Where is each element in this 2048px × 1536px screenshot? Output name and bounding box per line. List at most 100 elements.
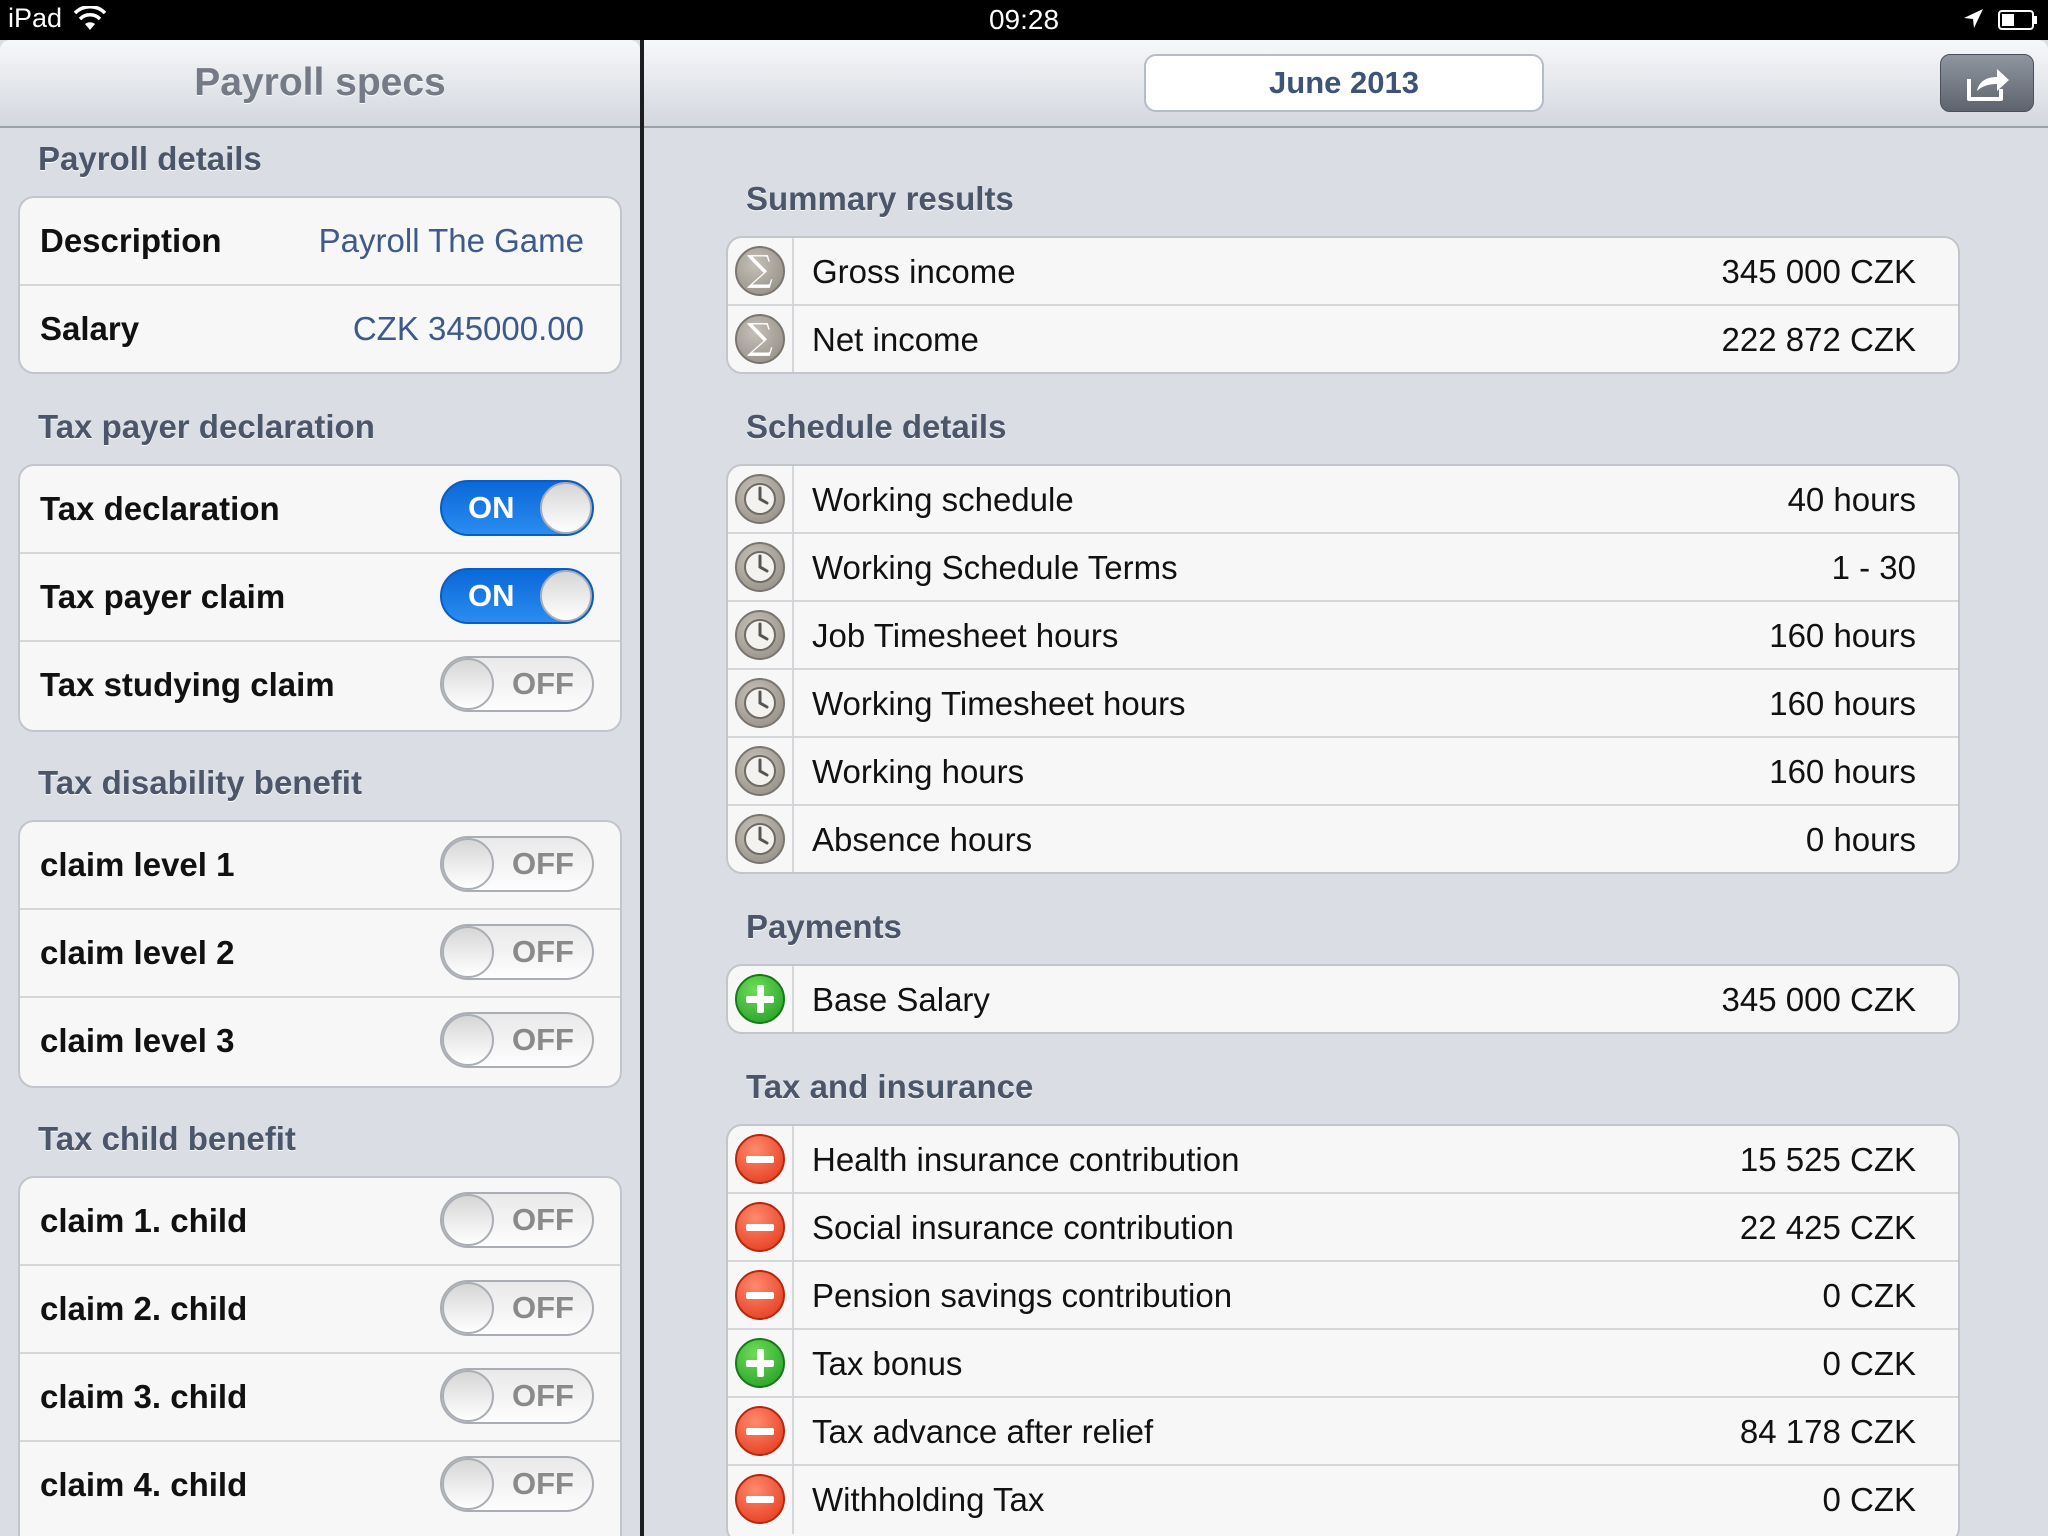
tax-and-insurance-group: Health insurance contribution 15 525 CZK S… [726,1124,1960,1536]
section-summary-results: Summary results [746,180,1014,217]
section-tax-and-insurance: Tax and insurance [746,1068,1034,1105]
switch-state: OFF [512,1378,574,1413]
claim-child-4-switch[interactable]: OFF [440,1456,594,1512]
row-value: 15 525 CZK [1739,1141,1916,1178]
row-value: 1 - 30 [1831,549,1916,586]
status-time: 09:28 [988,4,1060,35]
row-icon-cell: ∑ [728,306,794,372]
row-label: Gross income [812,253,1016,290]
period-button[interactable]: June 2013 [1144,54,1544,112]
row-value: 160 hours [1769,753,1916,790]
clock-icon [735,678,785,728]
row-icon-cell [728,602,794,670]
clock-icon [735,542,785,592]
tax-studying-claim-switch[interactable]: OFF [440,656,594,712]
list-item[interactable]: Working Timesheet hours 160 hours [728,670,1958,738]
claim-child-1-switch[interactable]: OFF [440,1192,594,1248]
minus-icon [735,1134,785,1184]
section-payroll-details: Payroll details [38,140,262,177]
row-label: Working hours [812,753,1025,790]
switch-knob [442,926,494,978]
claim-child-4-row: claim 4. child OFF [20,1442,620,1530]
claim-level-2-row: claim level 2 OFF [20,910,620,998]
results-pane: June 2013 Summary results ∑ Gross income… [644,40,2048,1536]
row-label: Tax advance after relief [812,1413,1154,1450]
row-icon-cell [728,738,794,806]
list-item[interactable]: Pension savings contribution 0 CZK [728,1262,1958,1330]
row-value: 0 CZK [1822,1277,1916,1314]
row-label: Pension savings contribution [812,1277,1233,1314]
list-item[interactable]: Withholding Tax 0 CZK [728,1466,1958,1534]
row-label: Absence hours [812,821,1033,858]
description-value[interactable]: Payroll The Game [319,198,584,284]
description-row[interactable]: Description Payroll The Game [20,198,620,286]
row-value: 0 hours [1805,821,1916,858]
payroll-details-group: Description Payroll The Game Salary CZK … [18,196,622,374]
claim-child-2-switch[interactable]: OFF [440,1280,594,1336]
list-item[interactable]: Working Schedule Terms 1 - 30 [728,534,1958,602]
claim-level-2-switch[interactable]: OFF [440,924,594,980]
switch-state: OFF [512,934,574,969]
claim-level-3-row: claim level 3 OFF [20,998,620,1086]
switch-knob [442,1458,494,1510]
switch-knob [540,570,592,622]
section-tax-child-benefit: Tax child benefit [38,1120,296,1157]
list-item[interactable]: Job Timesheet hours 160 hours [728,602,1958,670]
left-title: Payroll specs [194,61,446,104]
claim-level-3-switch[interactable]: OFF [440,1012,594,1068]
clock-icon [735,746,785,796]
list-item[interactable]: Absence hours 0 hours [728,806,1958,872]
switch-state: OFF [512,846,574,881]
switch-state: OFF [512,1290,574,1325]
row-label: Working Timesheet hours [812,685,1186,722]
switch-state: ON [468,578,515,613]
claim-child-1-row: claim 1. child OFF [20,1178,620,1266]
switch-state: OFF [512,1202,574,1237]
list-item[interactable]: Social insurance contribution 22 425 CZK [728,1194,1958,1262]
base-salary-row[interactable]: Base Salary 345 000 CZK [728,966,1958,1032]
switch-knob [540,482,592,534]
row-icon-cell [728,1262,794,1330]
net-income-row[interactable]: ∑ Net income 222 872 CZK [728,306,1958,372]
claim-child-3-switch[interactable]: OFF [440,1368,594,1424]
row-value: 0 CZK [1822,1481,1916,1518]
row-label: Working Schedule Terms [812,549,1178,586]
list-item[interactable]: Tax bonus 0 CZK [728,1330,1958,1398]
tax-payer-declaration-group: Tax declaration ON Tax payer claim ON Ta… [18,464,622,732]
row-label: Tax payer claim [40,578,286,615]
list-item[interactable]: Working schedule 40 hours [728,466,1958,534]
row-icon-cell [728,806,794,872]
salary-value[interactable]: CZK 345000.00 [353,286,584,372]
plus-icon [735,974,785,1024]
left-navbar: Payroll specs [0,40,640,128]
row-icon-cell [728,1466,794,1534]
switch-state: OFF [512,1466,574,1501]
share-button[interactable] [1940,54,2034,112]
claim-level-1-switch[interactable]: OFF [440,836,594,892]
list-item[interactable]: Health insurance contribution 15 525 CZK [728,1126,1958,1194]
row-label: Salary [40,310,140,347]
salary-row[interactable]: Salary CZK 345000.00 [20,286,620,372]
switch-state: OFF [512,1022,574,1057]
minus-icon [735,1406,785,1456]
gross-income-row[interactable]: ∑ Gross income 345 000 CZK [728,238,1958,306]
row-label: claim level 3 [40,1022,235,1059]
row-icon-cell [728,466,794,534]
sigma-icon: ∑ [735,246,785,296]
row-icon-cell [728,1126,794,1194]
switch-state: ON [468,490,515,525]
tax-child-benefit-group: claim 1. child OFF claim 2. child OFF cl… [18,1176,622,1536]
tax-declaration-switch[interactable]: ON [440,480,594,536]
list-item[interactable]: Working hours 160 hours [728,738,1958,806]
tax-payer-claim-switch[interactable]: ON [440,568,594,624]
tax-declaration-row: Tax declaration ON [20,466,620,554]
row-icon-cell: ∑ [728,238,794,306]
share-icon [1967,69,2009,101]
plus-icon [735,1338,785,1388]
row-label: claim 1. child [40,1202,248,1239]
row-value: 0 CZK [1822,1345,1916,1382]
switch-knob [442,838,494,890]
row-label: Tax bonus [812,1345,963,1382]
list-item[interactable]: Tax advance after relief 84 178 CZK [728,1398,1958,1466]
row-label: Working schedule [812,481,1074,518]
